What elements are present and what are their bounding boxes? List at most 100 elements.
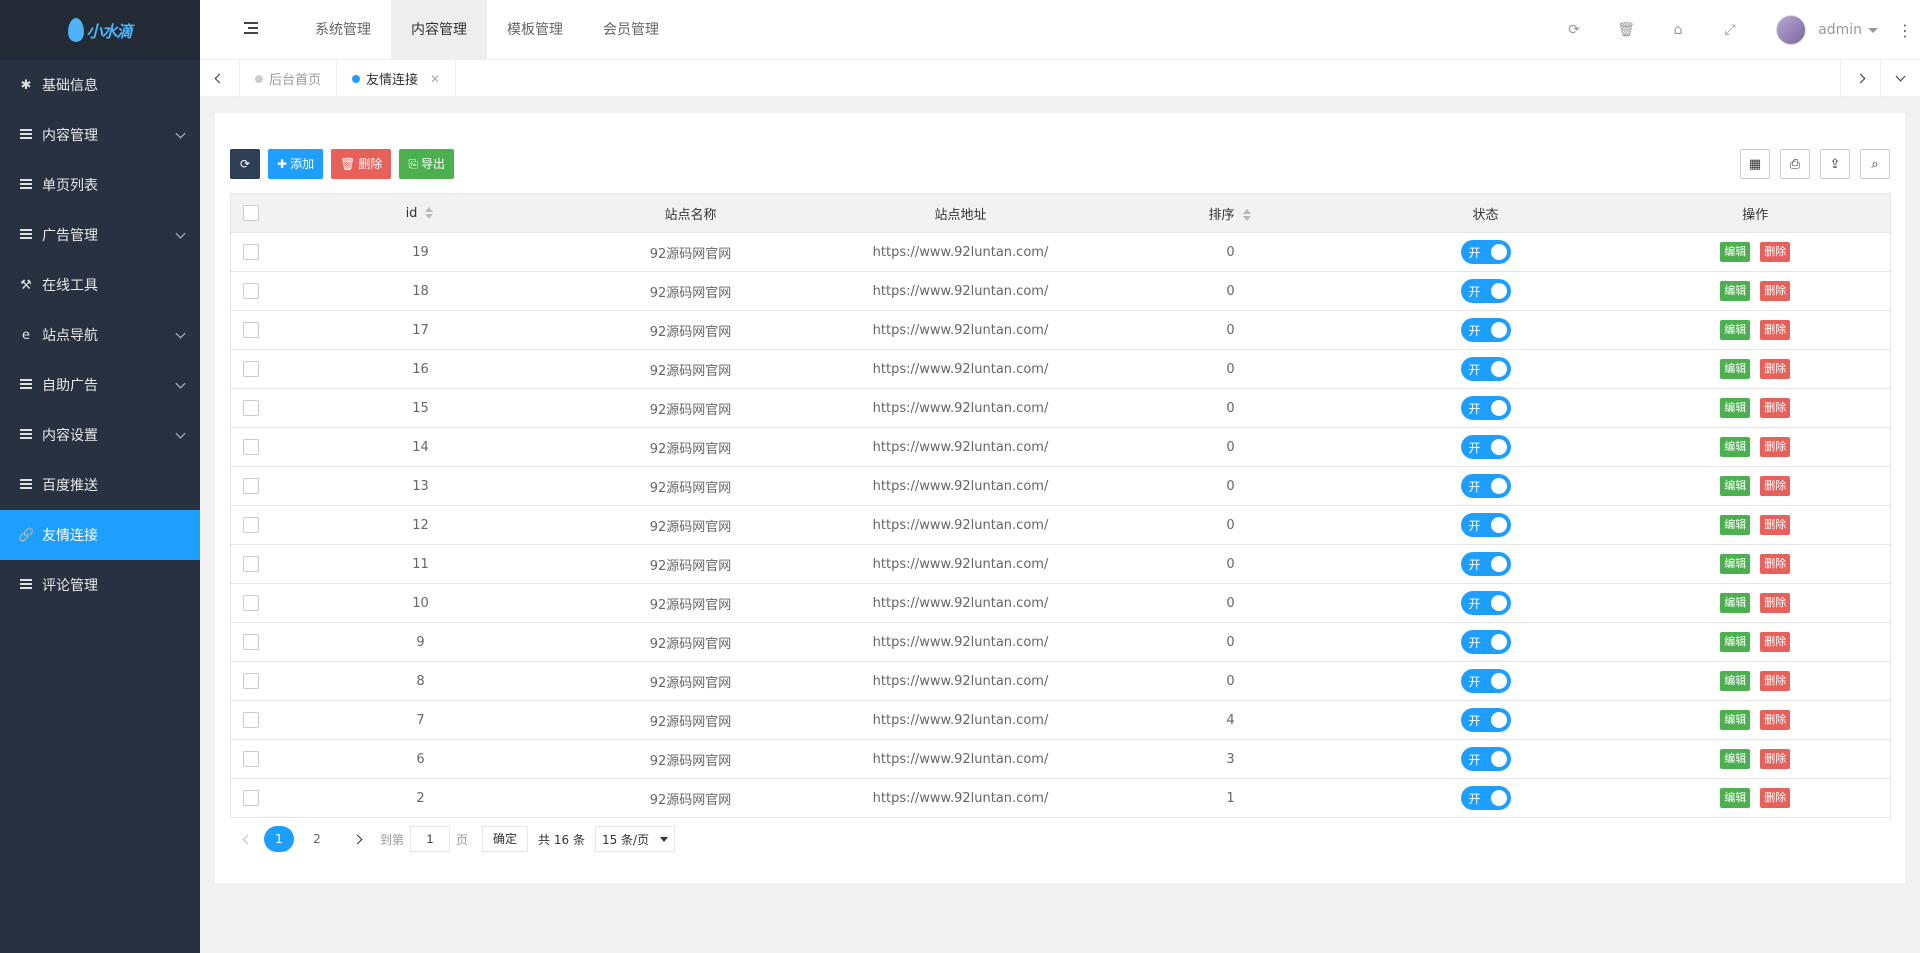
- goto-page-input[interactable]: [410, 826, 451, 852]
- edit-button[interactable]: 编辑: [1720, 281, 1751, 301]
- more-vertical-icon[interactable]: ⋮: [1890, 21, 1920, 40]
- export-button[interactable]: ⎘ 导出: [399, 149, 454, 179]
- row-checkbox[interactable]: [242, 400, 259, 416]
- next-page-button[interactable]: [350, 825, 364, 853]
- edit-button[interactable]: 编辑: [1720, 515, 1751, 535]
- row-checkbox[interactable]: [242, 244, 259, 260]
- page-number[interactable]: 2: [302, 826, 332, 852]
- row-checkbox[interactable]: [242, 634, 259, 650]
- edit-button[interactable]: 编辑: [1720, 554, 1751, 574]
- status-toggle[interactable]: 开: [1460, 708, 1511, 732]
- page-tab[interactable]: 友情连接 ✕: [337, 60, 457, 97]
- fullscreen-icon[interactable]: ⤢: [1704, 22, 1756, 38]
- top-nav-item[interactable]: 模板管理: [487, 0, 583, 60]
- status-toggle[interactable]: 开: [1460, 318, 1511, 342]
- status-toggle[interactable]: 开: [1460, 396, 1511, 420]
- columns-icon[interactable]: ▦: [1740, 149, 1770, 179]
- sidebar-item-1[interactable]: 内容管理: [0, 110, 200, 160]
- edit-button[interactable]: 编辑: [1720, 437, 1751, 457]
- row-checkbox[interactable]: [242, 751, 259, 767]
- status-toggle[interactable]: 开: [1460, 669, 1511, 693]
- row-checkbox[interactable]: [242, 361, 259, 377]
- top-nav-item[interactable]: 会员管理: [583, 0, 679, 60]
- page-number[interactable]: 1: [264, 826, 294, 852]
- status-toggle[interactable]: 开: [1460, 552, 1511, 576]
- sort-icon[interactable]: [1242, 209, 1253, 221]
- sidebar-item-5[interactable]: e 站点导航: [0, 310, 200, 360]
- sidebar-item-0[interactable]: ✱ 基础信息: [0, 60, 200, 110]
- status-toggle[interactable]: 开: [1460, 591, 1511, 615]
- delete-row-button[interactable]: 删除: [1760, 281, 1791, 301]
- status-toggle[interactable]: 开: [1460, 747, 1511, 771]
- delete-row-button[interactable]: 删除: [1760, 242, 1791, 262]
- status-toggle[interactable]: 开: [1460, 630, 1511, 654]
- edit-button[interactable]: 编辑: [1720, 320, 1751, 340]
- status-toggle[interactable]: 开: [1460, 357, 1511, 381]
- edit-button[interactable]: 编辑: [1720, 476, 1751, 496]
- sidebar-item-7[interactable]: 内容设置: [0, 410, 200, 460]
- row-checkbox[interactable]: [242, 283, 259, 299]
- delete-row-button[interactable]: 删除: [1760, 320, 1791, 340]
- edit-button[interactable]: 编辑: [1720, 359, 1751, 379]
- col-sort[interactable]: 排序: [1110, 193, 1351, 233]
- top-nav-item[interactable]: 系统管理: [295, 0, 391, 60]
- home-icon[interactable]: ⌂: [1652, 22, 1704, 38]
- sort-icon[interactable]: [425, 207, 435, 219]
- prev-page-button[interactable]: [240, 825, 254, 853]
- goto-confirm-button[interactable]: 确定: [482, 826, 529, 852]
- logo[interactable]: 小水滴: [68, 18, 133, 42]
- edit-button[interactable]: 编辑: [1720, 749, 1751, 769]
- page-tab[interactable]: 后台首页: [240, 60, 338, 97]
- tab-scroll-left-button[interactable]: [200, 60, 240, 97]
- delete-row-button[interactable]: 删除: [1760, 515, 1791, 535]
- sidebar-item-9[interactable]: 🔗 友情连接: [0, 510, 200, 560]
- print-icon[interactable]: ⎙: [1780, 149, 1810, 179]
- edit-button[interactable]: 编辑: [1720, 671, 1751, 691]
- edit-button[interactable]: 编辑: [1720, 788, 1751, 808]
- status-toggle[interactable]: 开: [1460, 435, 1511, 459]
- delete-row-button[interactable]: 删除: [1760, 710, 1791, 730]
- delete-row-button[interactable]: 删除: [1760, 437, 1791, 457]
- status-toggle[interactable]: 开: [1460, 474, 1511, 498]
- delete-row-button[interactable]: 删除: [1760, 671, 1791, 691]
- delete-row-button[interactable]: 删除: [1760, 788, 1791, 808]
- edit-button[interactable]: 编辑: [1720, 710, 1751, 730]
- status-toggle[interactable]: 开: [1460, 786, 1511, 810]
- export-icon[interactable]: ⇪: [1820, 149, 1850, 179]
- sidebar-item-6[interactable]: 自助广告: [0, 360, 200, 410]
- avatar[interactable]: [1776, 15, 1807, 45]
- row-checkbox[interactable]: [242, 478, 259, 494]
- delete-row-button[interactable]: 删除: [1760, 554, 1791, 574]
- delete-row-button[interactable]: 删除: [1760, 359, 1791, 379]
- sidebar-item-2[interactable]: 单页列表: [0, 160, 200, 210]
- select-all-checkbox[interactable]: [242, 205, 259, 221]
- delete-row-button[interactable]: 删除: [1760, 593, 1791, 613]
- status-toggle[interactable]: 开: [1460, 513, 1511, 537]
- delete-row-button[interactable]: 删除: [1760, 749, 1791, 769]
- refresh-button[interactable]: ⟳: [230, 149, 260, 179]
- edit-button[interactable]: 编辑: [1720, 242, 1751, 262]
- edit-button[interactable]: 编辑: [1720, 593, 1751, 613]
- sidebar-item-10[interactable]: 评论管理: [0, 560, 200, 610]
- sidebar-item-8[interactable]: 百度推送: [0, 460, 200, 510]
- row-checkbox[interactable]: [242, 517, 259, 533]
- delete-button[interactable]: 🗑 删除: [331, 149, 392, 179]
- edit-button[interactable]: 编辑: [1720, 398, 1751, 418]
- menu-toggle-icon[interactable]: [244, 22, 258, 34]
- tab-scroll-right-button[interactable]: [1840, 60, 1880, 97]
- per-page-select[interactable]: 15 条/页: [594, 826, 675, 852]
- row-checkbox[interactable]: [242, 322, 259, 338]
- trash-icon[interactable]: 🗑: [1600, 22, 1652, 38]
- search-icon[interactable]: ⌕: [1860, 149, 1890, 179]
- user-caret-icon[interactable]: [1868, 27, 1878, 33]
- row-checkbox[interactable]: [242, 790, 259, 806]
- username[interactable]: admin: [1818, 22, 1862, 38]
- row-checkbox[interactable]: [242, 712, 259, 728]
- sidebar-item-3[interactable]: 广告管理: [0, 210, 200, 260]
- row-checkbox[interactable]: [242, 595, 259, 611]
- tab-menu-button[interactable]: [1880, 60, 1920, 97]
- top-nav-item[interactable]: 内容管理: [391, 0, 487, 60]
- col-id[interactable]: id: [270, 193, 571, 233]
- delete-row-button[interactable]: 删除: [1760, 398, 1791, 418]
- delete-row-button[interactable]: 删除: [1760, 632, 1791, 652]
